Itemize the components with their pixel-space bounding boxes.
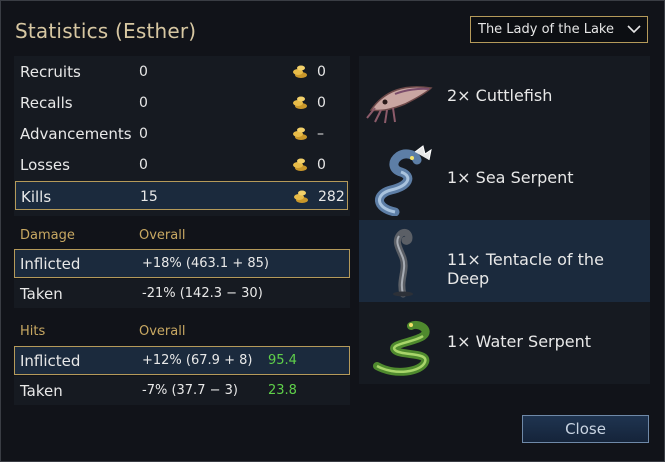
hits-inflicted-row[interactable]: Inflicted +12% (67.9 + 8) 95.4: [14, 346, 350, 375]
stat-value: 0: [139, 95, 148, 111]
tentacle-icon: [393, 228, 413, 298]
stat-label: Kills: [21, 188, 52, 206]
general-stats-panel: Recruits 0 0 Recalls 0 0 Advancements 0 …: [14, 56, 350, 216]
damage-taken-row[interactable]: Taken -21% (142.3 − 30): [14, 279, 350, 308]
gold-icon: [293, 65, 307, 78]
hits-header-label: Hits: [20, 324, 46, 339]
kills-list: 2× Cuttlefish 1× Sea Serpent 11× Tentacl…: [359, 56, 650, 384]
damage-taken-value: -21% (142.3 − 30): [142, 286, 263, 301]
gold-icon: [293, 96, 307, 109]
stat-label: Losses: [20, 156, 70, 174]
stat-label: Recruits: [20, 63, 81, 81]
stat-label: Advancements: [20, 125, 132, 143]
gold-icon: [294, 190, 308, 203]
hits-header-column: Overall: [139, 324, 186, 339]
damage-inflicted-row[interactable]: Inflicted +18% (463.1 + 85): [14, 249, 350, 278]
kill-item-water-serpent[interactable]: 1× Water Serpent: [359, 302, 650, 384]
stat-value: 0: [139, 64, 148, 80]
hits-header: Hits Overall: [14, 320, 350, 342]
scenario-dropdown-label: The Lady of the Lake: [478, 22, 614, 37]
gold-icon: [293, 158, 307, 171]
sea-serpent-icon: [375, 145, 432, 216]
scenario-dropdown[interactable]: The Lady of the Lake: [470, 16, 648, 43]
statistics-window: Statistics (Esther) The Lady of the Lake…: [0, 0, 665, 462]
stat-row-recruits: Recruits 0 0: [14, 56, 350, 86]
stat-row-recalls: Recalls 0 0: [14, 87, 350, 117]
stat-value: 0: [139, 157, 148, 173]
hits-inflicted-label: Inflicted: [20, 352, 81, 370]
hits-inflicted-expected: 95.4: [268, 353, 297, 368]
water-serpent-icon: [373, 321, 430, 376]
kill-item-sea-serpent[interactable]: 1× Sea Serpent: [359, 138, 650, 220]
damage-header: Damage Overall: [14, 224, 350, 246]
stat-label: Recalls: [20, 94, 73, 112]
hits-taken-row[interactable]: Taken -7% (37.7 − 3) 23.8: [14, 376, 350, 405]
damage-header-column: Overall: [139, 228, 186, 243]
damage-inflicted-value: +18% (463.1 + 85): [142, 256, 269, 271]
stat-cost: 282: [318, 189, 345, 205]
kill-item-label: 1× Sea Serpent: [447, 168, 574, 187]
kill-item-label: 2× Cuttlefish: [447, 86, 553, 105]
stat-row-kills[interactable]: Kills 15 282: [15, 181, 348, 210]
stat-value: 0: [139, 126, 148, 142]
hits-taken-label: Taken: [20, 382, 63, 400]
stat-cost: 0: [317, 157, 326, 173]
close-button[interactable]: Close: [522, 415, 649, 443]
hits-taken-value: -7% (37.7 − 3): [142, 383, 238, 398]
cuttlefish-icon: [366, 86, 433, 124]
chevron-down-icon: [627, 25, 641, 34]
kill-item-label: 11× Tentacle of the Deep: [447, 250, 604, 288]
gold-icon: [293, 127, 307, 140]
stat-row-losses: Losses 0 0: [14, 149, 350, 179]
stat-cost: 0: [317, 95, 326, 111]
hits-taken-expected: 23.8: [268, 383, 297, 398]
damage-header-label: Damage: [20, 228, 75, 243]
damage-taken-label: Taken: [20, 285, 63, 303]
window-title: Statistics (Esther): [15, 19, 197, 43]
damage-inflicted-label: Inflicted: [20, 255, 81, 273]
stat-row-advancements: Advancements 0 –: [14, 118, 350, 148]
kill-item-label: 1× Water Serpent: [447, 332, 592, 351]
stat-cost: –: [317, 126, 324, 142]
stat-value: 15: [140, 189, 158, 205]
kill-item-tentacle-of-the-deep[interactable]: 11× Tentacle of the Deep: [359, 220, 650, 302]
kill-item-cuttlefish[interactable]: 2× Cuttlefish: [359, 56, 650, 138]
hits-inflicted-value: +12% (67.9 + 8): [142, 353, 253, 368]
stat-cost: 0: [317, 64, 326, 80]
